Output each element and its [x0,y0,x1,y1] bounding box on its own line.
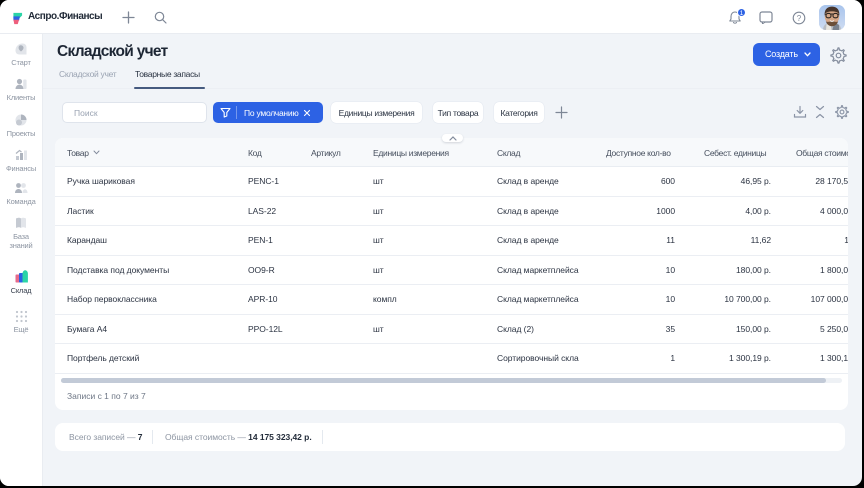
svg-text:?: ? [797,13,802,22]
